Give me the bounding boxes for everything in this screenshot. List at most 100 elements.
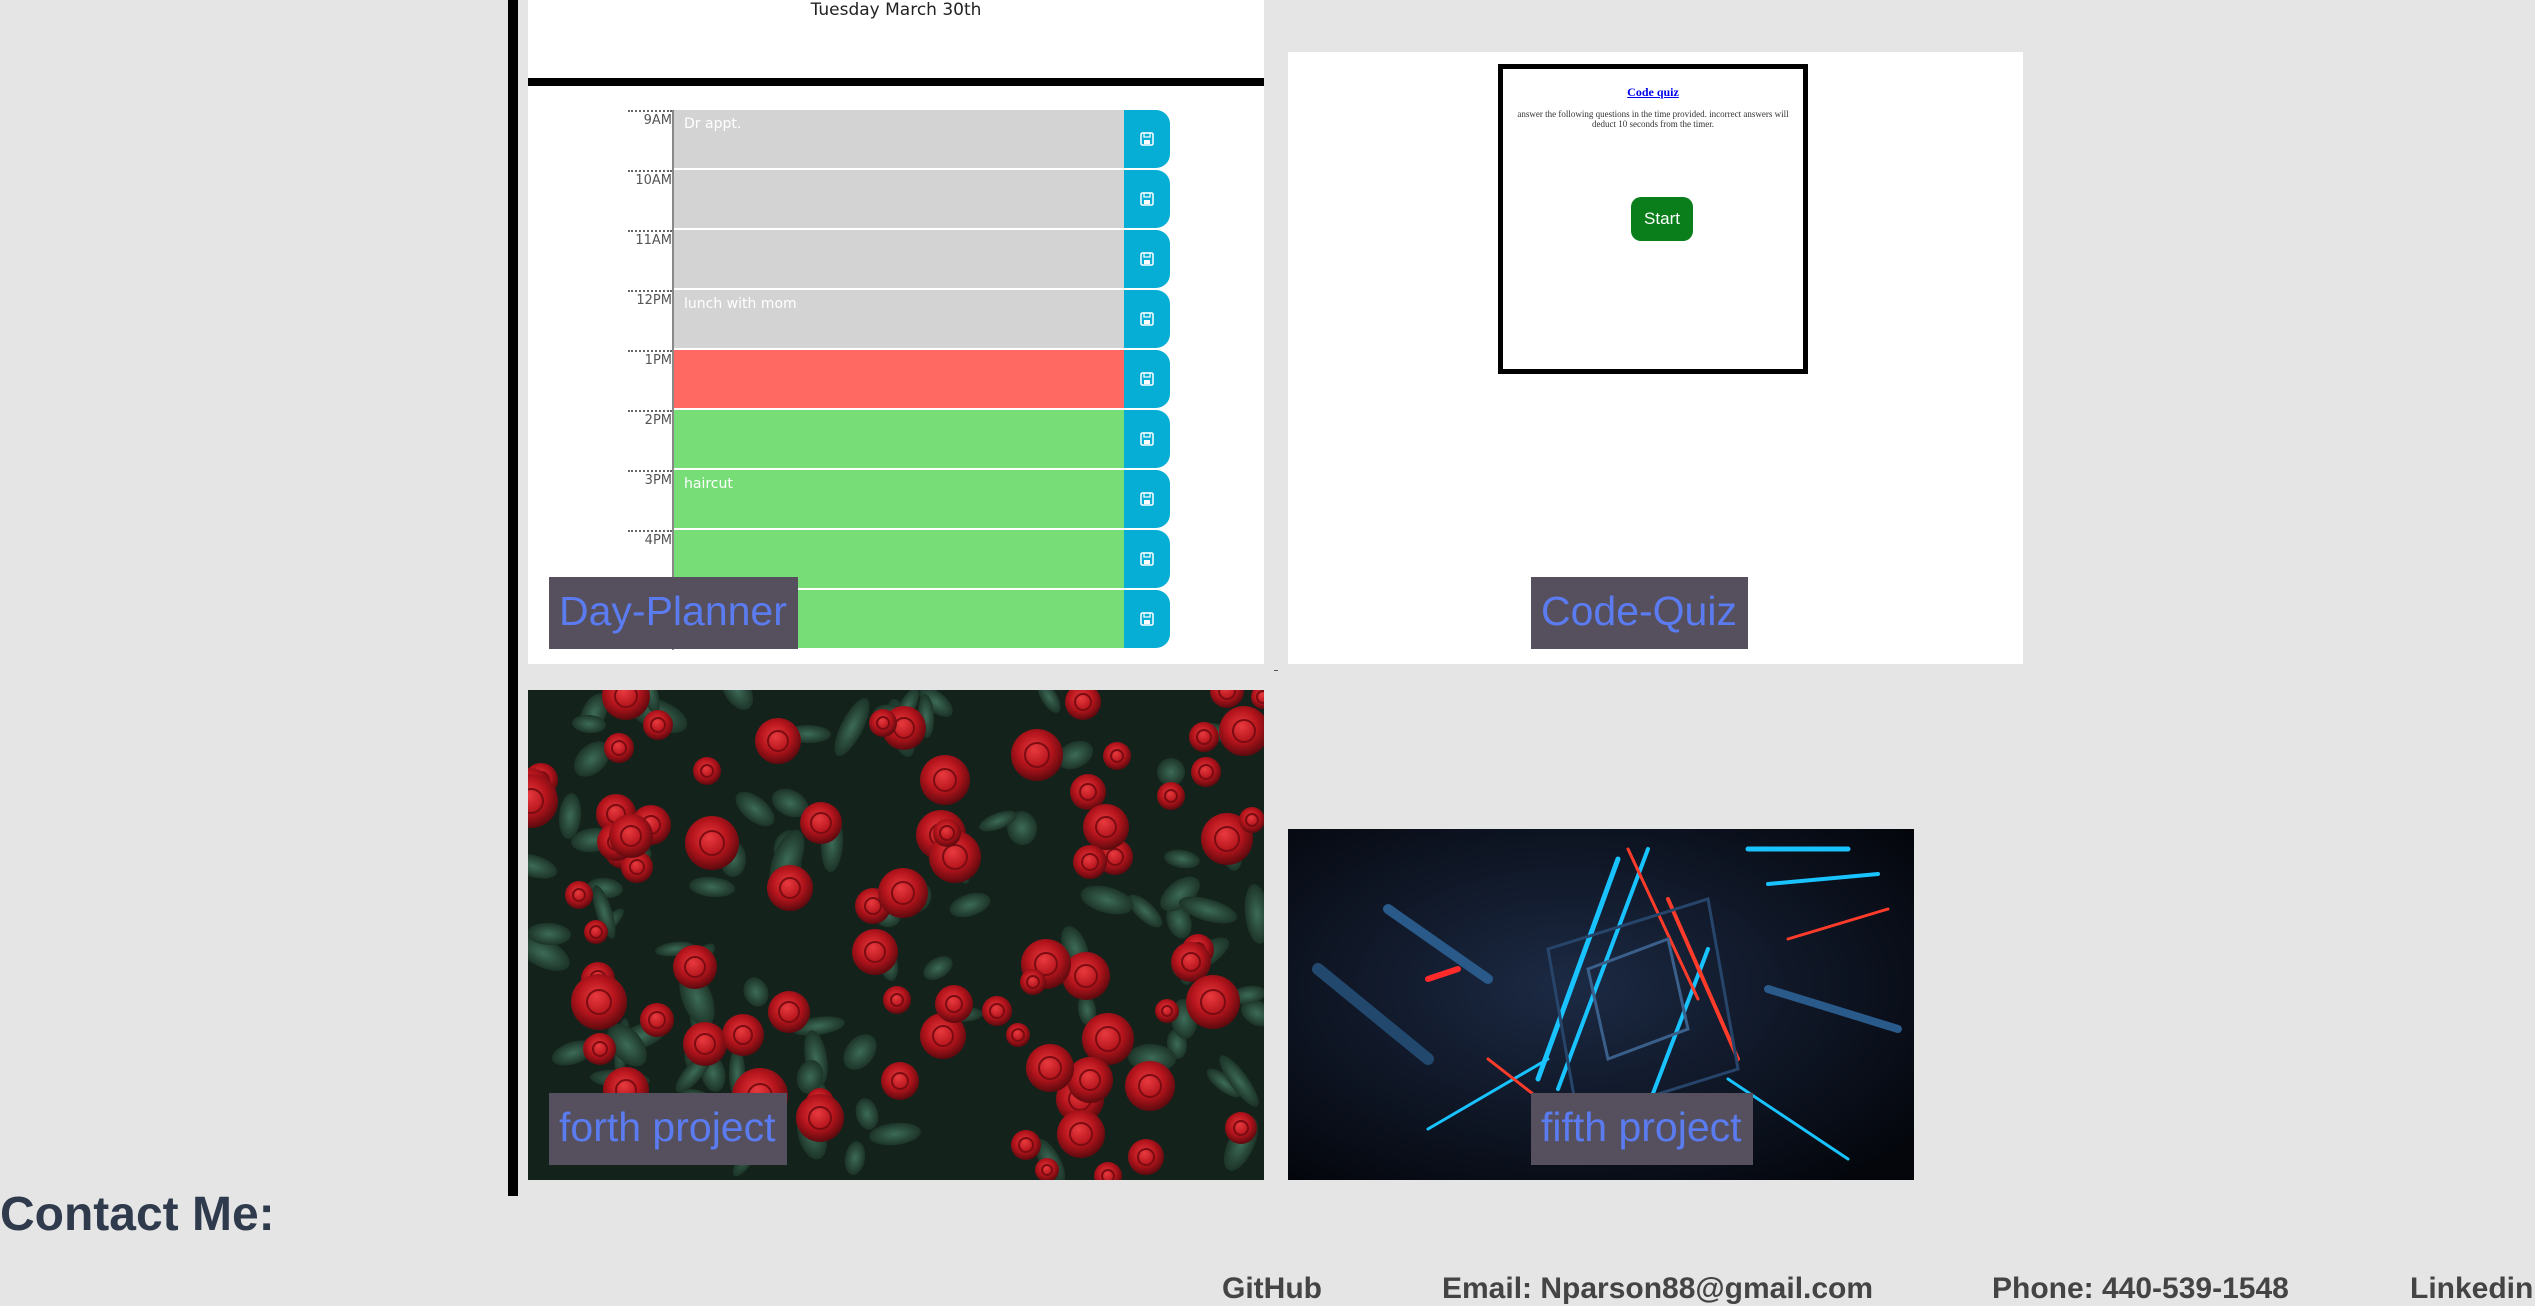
project-card-code-quiz[interactable]: Code quiz answer the following questions…	[1288, 52, 2023, 664]
save-icon	[1140, 312, 1154, 326]
rose-shape	[935, 985, 973, 1023]
save-button[interactable]	[1124, 170, 1170, 228]
rose-shape	[869, 709, 897, 737]
hour-entry-text: haircut	[684, 476, 733, 492]
phone-link[interactable]: Phone: 440-539-1548	[1992, 1272, 2289, 1306]
github-link[interactable]: GitHub	[1222, 1272, 1322, 1306]
project-label-code-quiz[interactable]: Code-Quiz	[1531, 577, 1748, 649]
rose-shape	[1155, 999, 1179, 1023]
save-icon	[1140, 132, 1154, 146]
quiz-preview: Code quiz answer the following questions…	[1498, 64, 1808, 374]
save-icon	[1140, 492, 1154, 506]
hour-label: 11AM	[628, 230, 672, 248]
hour-label: 1PM	[628, 350, 672, 368]
rose-shape	[768, 991, 810, 1033]
project-card-fifth[interactable]: fifth project	[1288, 829, 1914, 1180]
hour-textarea[interactable]	[674, 230, 1124, 290]
rose-shape	[1128, 1139, 1164, 1175]
hour-textarea[interactable]: Dr appt.	[674, 110, 1124, 170]
rose-shape	[767, 865, 813, 911]
save-button[interactable]	[1124, 290, 1170, 348]
contact-heading: Contact Me:	[0, 1188, 275, 1241]
rose-shape	[722, 1014, 764, 1056]
rose-shape	[1011, 729, 1063, 781]
planner-row: 1PM	[528, 350, 1264, 410]
linkedin-link[interactable]: Linkedin	[2410, 1272, 2533, 1306]
save-icon	[1140, 192, 1154, 206]
project-label-forth[interactable]: forth project	[549, 1093, 787, 1165]
rose-shape	[1006, 1023, 1030, 1047]
planner-date: Tuesday March 30th	[810, 0, 982, 20]
quiz-title[interactable]: Code quiz	[1503, 85, 1803, 100]
rose-shape	[640, 1003, 674, 1037]
planner-row: 2PM	[528, 410, 1264, 470]
rose-shape	[1191, 757, 1221, 787]
save-icon	[1140, 432, 1154, 446]
rose-shape	[1057, 1110, 1105, 1158]
planner-row: 12PM lunch with mom	[528, 290, 1264, 350]
quiz-description: answer the following questions in the ti…	[1517, 109, 1789, 129]
rose-shape	[643, 710, 673, 740]
rose-shape	[800, 802, 842, 844]
hour-textarea[interactable]	[674, 350, 1124, 410]
project-label-day-planner[interactable]: Day-Planner	[549, 577, 798, 649]
rose-shape	[1083, 804, 1129, 850]
planner-row: 9AM Dr appt.	[528, 110, 1264, 170]
rose-shape	[584, 920, 608, 944]
quiz-start-button[interactable]: Start	[1631, 197, 1693, 241]
rose-shape	[571, 974, 627, 1030]
rose-shape	[933, 819, 961, 847]
save-button[interactable]	[1124, 530, 1170, 588]
rose-shape	[609, 814, 653, 858]
rose-shape	[796, 1094, 844, 1142]
rose-shape	[1157, 782, 1185, 810]
rose-shape	[1225, 1112, 1257, 1144]
save-button[interactable]	[1124, 350, 1170, 408]
save-icon	[1140, 372, 1154, 386]
hour-textarea[interactable]: lunch with mom	[674, 290, 1124, 350]
rose-shape	[673, 945, 717, 989]
save-button[interactable]	[1124, 470, 1170, 528]
save-button[interactable]	[1124, 410, 1170, 468]
rose-shape	[982, 996, 1012, 1026]
project-card-forth[interactable]: forth project	[528, 690, 1264, 1180]
project-label-fifth[interactable]: fifth project	[1531, 1093, 1753, 1165]
rose-shape	[683, 1022, 727, 1066]
hour-entry-text: Dr appt.	[684, 116, 742, 132]
planner-row: 11AM	[528, 230, 1264, 290]
rose-shape	[920, 755, 970, 805]
rose-shape	[1186, 975, 1240, 1029]
hour-label: 3PM	[628, 470, 672, 488]
rose-shape	[852, 929, 898, 975]
planner-row: 3PM haircut	[528, 470, 1264, 530]
rose-shape	[604, 733, 634, 763]
rose-shape	[878, 868, 928, 918]
rose-shape	[693, 757, 721, 785]
hour-label: 2PM	[628, 410, 672, 428]
hour-textarea[interactable]: haircut	[674, 470, 1124, 530]
rose-shape	[1011, 1130, 1041, 1160]
save-button[interactable]	[1124, 110, 1170, 168]
rose-shape	[584, 1033, 616, 1065]
rose-shape	[1020, 969, 1046, 995]
save-button[interactable]	[1124, 230, 1170, 288]
hour-textarea[interactable]	[674, 170, 1124, 230]
hour-entry-text: lunch with mom	[684, 296, 797, 312]
hour-label: 4PM	[628, 530, 672, 548]
save-button[interactable]	[1124, 590, 1170, 648]
hour-textarea[interactable]	[674, 410, 1124, 470]
rose-shape	[881, 1062, 919, 1100]
rose-shape	[883, 986, 911, 1014]
left-divider-bar	[508, 0, 518, 1196]
project-card-day-planner[interactable]: Tuesday March 30th 9AM Dr appt. 10AM 11AM 12…	[528, 0, 1264, 664]
rose-shape	[1189, 722, 1219, 752]
planner-row: 10AM	[528, 170, 1264, 230]
email-link[interactable]: Email: Nparson88@gmail.com	[1442, 1272, 1873, 1306]
dash-mark	[1274, 670, 1278, 671]
save-icon	[1140, 612, 1154, 626]
hour-label: 10AM	[628, 170, 672, 188]
rose-shape	[1171, 942, 1211, 982]
rose-shape	[685, 816, 739, 870]
save-icon	[1140, 552, 1154, 566]
rose-shape	[1125, 1061, 1175, 1111]
